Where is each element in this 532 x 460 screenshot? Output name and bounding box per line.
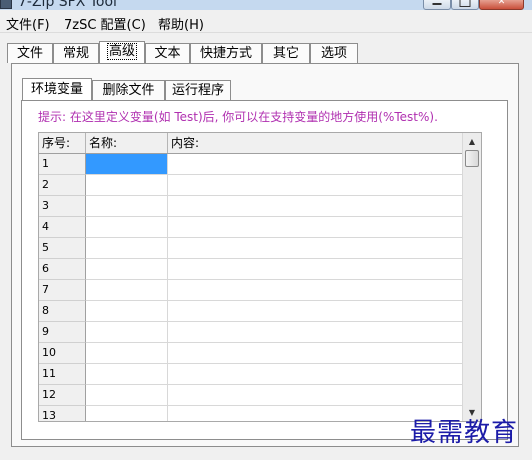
tab-advanced[interactable]: 高级 bbox=[99, 41, 145, 63]
name-cell[interactable] bbox=[86, 301, 168, 322]
row-index: 5 bbox=[39, 238, 86, 259]
content-cell[interactable] bbox=[168, 196, 462, 217]
tab-label: 选项 bbox=[320, 46, 347, 61]
tab-label: 文件 bbox=[16, 46, 43, 61]
column-header-name[interactable]: 名称: bbox=[86, 133, 168, 153]
name-cell[interactable] bbox=[86, 217, 168, 238]
row-index: 3 bbox=[39, 196, 86, 217]
content-cell[interactable] bbox=[168, 175, 462, 196]
vertical-scrollbar[interactable]: ▲ ▼ bbox=[462, 133, 481, 421]
menu-file[interactable]: 文件(F) bbox=[6, 14, 50, 33]
content-cell[interactable] bbox=[168, 238, 462, 259]
content-cell[interactable] bbox=[168, 343, 462, 364]
row-index: 2 bbox=[39, 175, 86, 196]
content-cell[interactable] bbox=[168, 301, 462, 322]
close-icon: ✕ bbox=[497, 0, 506, 7]
row-index: 10 bbox=[39, 343, 86, 364]
table-row[interactable]: 7 bbox=[39, 280, 462, 301]
menu-bar: 文件(F) 7zSC 配置(C) 帮助(H) bbox=[0, 10, 532, 33]
row-index: 7 bbox=[39, 280, 86, 301]
subtab-run-program[interactable]: 运行程序 bbox=[165, 80, 231, 100]
scrollbar-thumb[interactable] bbox=[465, 150, 479, 167]
watermark-text: 最需教育 bbox=[410, 418, 519, 448]
table-row[interactable]: 8 bbox=[39, 301, 462, 322]
tab-text[interactable]: 文本 bbox=[145, 43, 190, 63]
window-title: 7-Zip SFX Tool bbox=[18, 0, 117, 10]
name-cell[interactable] bbox=[86, 154, 168, 175]
tab-general[interactable]: 常规 bbox=[53, 43, 99, 63]
content-cell[interactable] bbox=[168, 385, 462, 406]
tab-label: 文本 bbox=[154, 46, 181, 61]
table-row[interactable]: 13 bbox=[39, 406, 462, 421]
content-cell[interactable] bbox=[168, 322, 462, 343]
name-cell[interactable] bbox=[86, 196, 168, 217]
name-cell[interactable] bbox=[86, 238, 168, 259]
content-cell[interactable] bbox=[168, 217, 462, 238]
name-cell[interactable] bbox=[86, 322, 168, 343]
menu-help[interactable]: 帮助(H) bbox=[158, 14, 204, 33]
column-header-content[interactable]: 内容: bbox=[168, 133, 462, 153]
table-row[interactable]: 3 bbox=[39, 196, 462, 217]
grid-header: 序号: 名称: 内容: bbox=[39, 133, 462, 154]
tab-label: 高级 bbox=[106, 43, 137, 60]
subtab-environment-variables[interactable]: 环境变量 bbox=[22, 78, 92, 100]
app-icon bbox=[0, 0, 12, 9]
variables-grid[interactable]: 序号: 名称: 内容: 1 2 3 4 5 6 7 8 9 10 11 12 13 ▲ ▼ bbox=[38, 132, 482, 422]
content-cell[interactable] bbox=[168, 280, 462, 301]
content-cell[interactable] bbox=[168, 364, 462, 385]
column-header-index[interactable]: 序号: bbox=[39, 133, 86, 153]
row-index: 11 bbox=[39, 364, 86, 385]
table-row[interactable]: 6 bbox=[39, 259, 462, 280]
row-index: 13 bbox=[39, 406, 86, 421]
row-index: 12 bbox=[39, 385, 86, 406]
content-cell[interactable] bbox=[168, 154, 462, 175]
scroll-up-arrow-icon[interactable]: ▲ bbox=[463, 133, 481, 150]
name-cell[interactable] bbox=[86, 406, 168, 421]
subtab-delete-files[interactable]: 删除文件 bbox=[92, 80, 165, 100]
name-cell[interactable] bbox=[86, 343, 168, 364]
content-cell[interactable] bbox=[168, 259, 462, 280]
minimize-button[interactable] bbox=[423, 0, 451, 10]
table-row[interactable]: 2 bbox=[39, 175, 462, 196]
title-bar: 7-Zip SFX Tool ✕ bbox=[0, 0, 532, 10]
name-cell[interactable] bbox=[86, 280, 168, 301]
table-row[interactable]: 5 bbox=[39, 238, 462, 259]
table-row[interactable]: 11 bbox=[39, 364, 462, 385]
tab-options[interactable]: 选项 bbox=[310, 43, 358, 63]
row-index: 9 bbox=[39, 322, 86, 343]
table-row[interactable]: 1 bbox=[39, 154, 462, 175]
hint-text: 提示: 在这里定义变量(如 Test)后, 你可以在支持变量的地方使用(%Tes… bbox=[38, 110, 438, 124]
tab-label: 其它 bbox=[272, 46, 299, 61]
tab-label: 常规 bbox=[62, 46, 89, 61]
close-button[interactable]: ✕ bbox=[479, 0, 524, 10]
row-index: 6 bbox=[39, 259, 86, 280]
dialog-client-area: 文件 常规 高级 文本 快捷方式 其它 选项 环境变量 删除文件 运行程序 提示… bbox=[0, 33, 532, 460]
row-index: 8 bbox=[39, 301, 86, 322]
tab-file[interactable]: 文件 bbox=[7, 43, 53, 63]
tab-shortcuts[interactable]: 快捷方式 bbox=[190, 43, 262, 63]
row-index: 1 bbox=[39, 154, 86, 175]
grid-body: 1 2 3 4 5 6 7 8 9 10 11 12 13 bbox=[39, 154, 462, 421]
name-cell[interactable] bbox=[86, 259, 168, 280]
minimize-icon bbox=[432, 0, 442, 5]
table-row[interactable]: 12 bbox=[39, 385, 462, 406]
name-cell[interactable] bbox=[86, 175, 168, 196]
maximize-icon bbox=[459, 0, 471, 7]
tab-label: 快捷方式 bbox=[199, 46, 252, 61]
tab-other[interactable]: 其它 bbox=[262, 43, 310, 63]
table-row[interactable]: 9 bbox=[39, 322, 462, 343]
menu-7zsc-config[interactable]: 7zSC 配置(C) bbox=[64, 14, 146, 33]
table-row[interactable]: 4 bbox=[39, 217, 462, 238]
name-cell[interactable] bbox=[86, 385, 168, 406]
name-cell[interactable] bbox=[86, 364, 168, 385]
table-row[interactable]: 10 bbox=[39, 343, 462, 364]
maximize-button[interactable] bbox=[451, 0, 479, 10]
row-index: 4 bbox=[39, 217, 86, 238]
